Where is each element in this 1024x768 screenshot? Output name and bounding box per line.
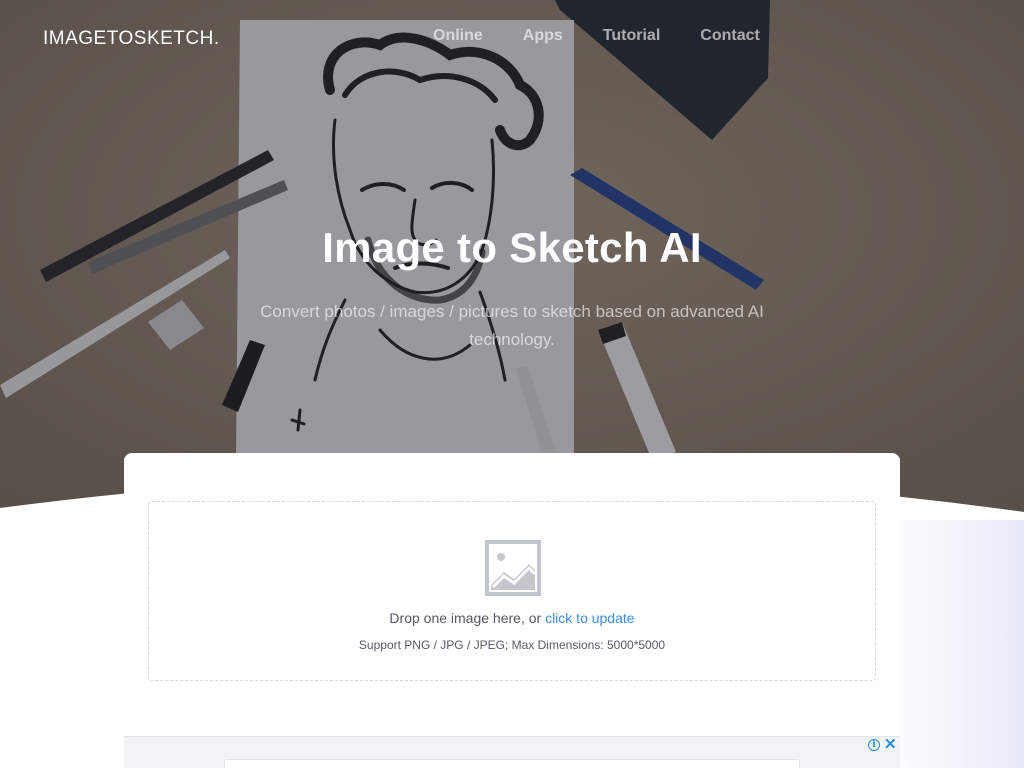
click-to-update-link[interactable]: click to update — [545, 610, 635, 626]
ad-close-icon[interactable]: ✕ — [884, 737, 897, 753]
image-dropzone[interactable]: Drop one image here, or click to update … — [148, 501, 876, 681]
nav-link-tutorial[interactable]: Tutorial — [603, 27, 660, 45]
nav-link-apps[interactable]: Apps — [523, 27, 563, 45]
main-navigation: Online Apps Tutorial Contact — [433, 27, 760, 45]
page-title: Image to Sketch AI — [322, 224, 702, 271]
nav-link-contact[interactable]: Contact — [700, 27, 760, 45]
page-subtitle: Convert photos / images / pictures to sk… — [260, 302, 764, 349]
supported-formats-text: Support PNG / JPG / JPEG; Max Dimensions… — [358, 638, 666, 652]
dropzone-prompt: Drop one image here, or click to update — [149, 610, 875, 626]
hero-section: IMAGETOSKETCH. Online Apps Tutorial Cont… — [0, 0, 1024, 530]
dropzone-prompt-text: Drop one image here, or — [389, 610, 546, 626]
brand-logo[interactable]: IMAGETOSKETCH. — [43, 28, 220, 50]
image-placeholder-icon — [485, 540, 541, 596]
upload-card: Drop one image here, or click to update … — [124, 453, 900, 768]
ad-info-icon[interactable]: i — [868, 739, 880, 751]
side-gradient-decoration — [880, 520, 1024, 768]
ad-content-area[interactable] — [224, 759, 800, 768]
ad-banner: i ✕ — [124, 736, 900, 768]
nav-link-online[interactable]: Online — [433, 27, 483, 45]
